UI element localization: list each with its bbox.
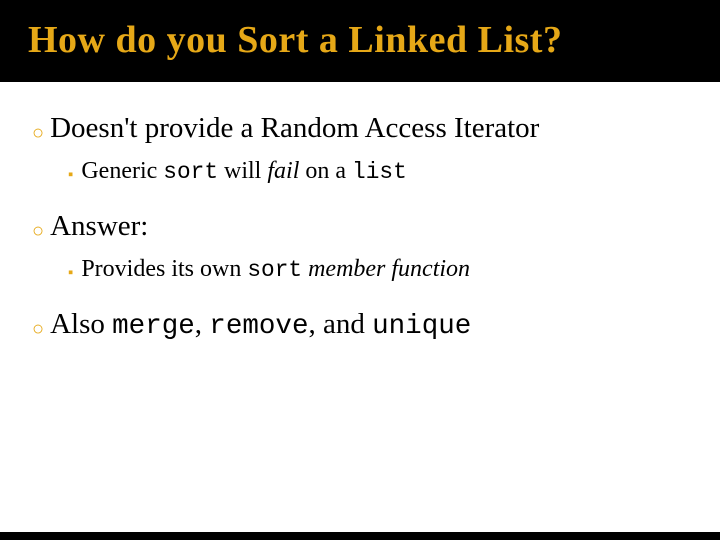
sub-bullet-text: Generic sort will fail on a list (81, 156, 406, 188)
text-run: unique (372, 311, 471, 342)
text-run: member function (308, 256, 470, 282)
slide-title: How do you Sort a Linked List? (28, 18, 692, 62)
circle-bullet-icon: ○ (32, 123, 44, 143)
square-bullet-icon: ▪ (68, 265, 73, 282)
text-run: Answer: (50, 210, 148, 242)
bullet-text: Answer: (50, 208, 148, 244)
slide-content: ○ Doesn't provide a Random Access Iterato… (0, 82, 720, 532)
text-run: sort (163, 159, 218, 185)
text-run: , (195, 308, 210, 340)
text-run: will (218, 158, 267, 184)
bullet-level-1: ○ Doesn't provide a Random Access Iterato… (32, 110, 696, 146)
bullet-text: Doesn't provide a Random Access Iterator (50, 110, 539, 146)
text-run: on a (299, 158, 352, 184)
bullet-level-1: ○ Answer: (32, 208, 696, 244)
sub-bullet-text: Provides its own sort member function (81, 254, 470, 286)
bullet-level-2: ▪ Provides its own sort member function (68, 254, 696, 286)
text-run: Doesn't provide a Random Access Iterator (50, 112, 539, 144)
text-run: list (352, 159, 407, 185)
square-bullet-icon: ▪ (68, 167, 73, 184)
text-run: fail (267, 158, 299, 184)
text-run: , and (308, 308, 372, 340)
title-band: How do you Sort a Linked List? (0, 0, 720, 82)
circle-bullet-icon: ○ (32, 319, 44, 339)
text-run: remove (209, 311, 308, 342)
text-run: Provides its own (81, 256, 247, 282)
text-run: merge (112, 311, 195, 342)
bullet-level-1: ○ Also merge, remove, and unique (32, 306, 696, 344)
bullet-text: Also merge, remove, and unique (50, 306, 471, 344)
text-run: sort (247, 257, 302, 283)
bullet-level-2: ▪ Generic sort will fail on a list (68, 156, 696, 188)
circle-bullet-icon: ○ (32, 221, 44, 241)
text-run: Generic (81, 158, 163, 184)
text-run: Also (50, 308, 112, 340)
